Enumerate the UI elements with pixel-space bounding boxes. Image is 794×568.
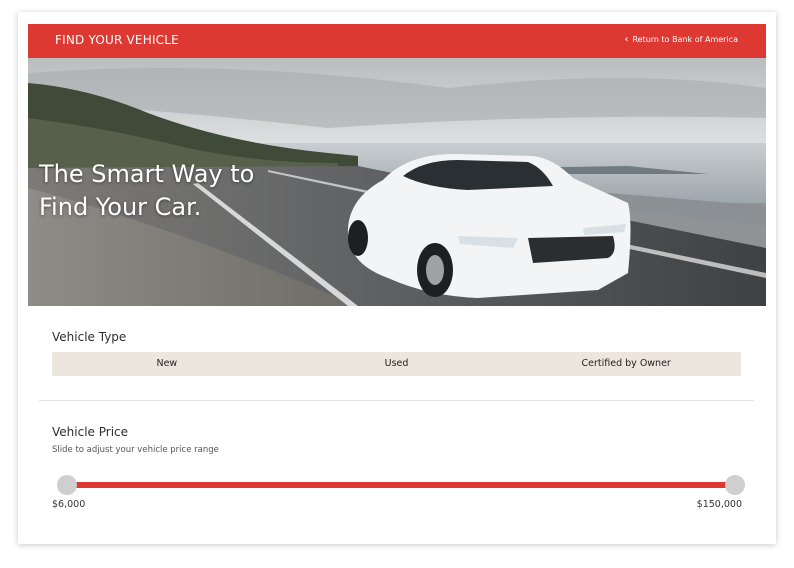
vehicle-type-option-used[interactable]: Used bbox=[282, 352, 512, 376]
vehicle-type-title: Vehicle Type bbox=[52, 330, 127, 344]
hero-headline-line1: The Smart Way to bbox=[39, 160, 255, 188]
vehicle-type-option-certified[interactable]: Certified by Owner bbox=[511, 352, 741, 376]
hero-headline: The Smart Way to Find Your Car. bbox=[39, 158, 254, 224]
price-slider-max-handle[interactable] bbox=[725, 475, 745, 495]
price-max-label: $150,000 bbox=[696, 499, 742, 510]
vehicle-type-selector: New Used Certified by Owner bbox=[52, 352, 741, 376]
vehicle-type-option-new[interactable]: New bbox=[52, 352, 282, 376]
header-bar: FIND YOUR VEHICLE ‹ Return to Bank of Am… bbox=[28, 24, 766, 58]
page-title: FIND YOUR VEHICLE bbox=[55, 33, 179, 47]
price-min-label: $6,000 bbox=[52, 499, 86, 510]
vehicle-finder-card: FIND YOUR VEHICLE ‹ Return to Bank of Am… bbox=[18, 12, 776, 544]
chevron-left-icon: ‹ bbox=[624, 33, 629, 45]
price-slider-min-handle[interactable] bbox=[57, 475, 77, 495]
return-link[interactable]: ‹ Return to Bank of America bbox=[624, 33, 738, 45]
price-slider-track[interactable] bbox=[67, 482, 735, 488]
hero-banner: The Smart Way to Find Your Car. bbox=[28, 58, 766, 306]
section-divider bbox=[39, 400, 754, 401]
hero-headline-line2: Find Your Car. bbox=[39, 193, 202, 221]
vehicle-price-subtitle: Slide to adjust your vehicle price range bbox=[52, 445, 219, 455]
return-link-label: Return to Bank of America bbox=[632, 35, 738, 44]
vehicle-price-title: Vehicle Price bbox=[52, 425, 129, 439]
